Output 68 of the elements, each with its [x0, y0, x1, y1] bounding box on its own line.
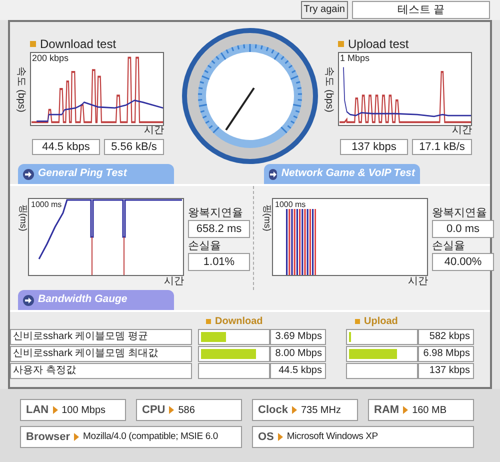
latency-label: 왕복지연율 [188, 206, 244, 220]
loss-label: 손실율 [432, 239, 466, 253]
loss-label: 손실율 [188, 239, 222, 253]
latency-field: 0.0 ms [432, 220, 494, 238]
axis-label: 시간 [452, 126, 472, 138]
bullet-icon [338, 41, 344, 47]
row-label: 신비로sshark 케이블모뎀 최대값 [10, 346, 192, 362]
scale-label: 200 kbps [32, 54, 69, 63]
value-field: 8.00 Mbps [270, 346, 326, 362]
chart-title: Download test [40, 36, 116, 53]
caret-icon [403, 406, 408, 414]
info-label: RAM [374, 402, 400, 418]
axis-label: 속도 (bps) [14, 66, 28, 112]
info-label: CPU [142, 402, 166, 418]
throughput-field: 17.1 kB/s [412, 139, 472, 155]
scale-label: 1000 ms [275, 201, 306, 209]
section-tab[interactable]: General Ping Test [18, 164, 174, 184]
caret-icon [278, 433, 283, 441]
arrow-icon [23, 294, 34, 306]
bullet-icon [206, 318, 211, 324]
latency-label: 왕복지연율 [432, 206, 488, 220]
info-value: 586 [178, 404, 195, 418]
bullet-icon [30, 41, 36, 47]
status-field: 테스트 끝 [352, 1, 490, 19]
info-value: 735 MHz [300, 404, 341, 418]
info-label: Browser [26, 430, 70, 445]
info-value: 160 MB [412, 404, 447, 418]
info-value: 100 Mbps [62, 404, 106, 418]
chart-title: Upload test [348, 36, 409, 53]
row-label: 사용자 측정값 [10, 363, 192, 379]
row-label: 신비로sshark 케이블모뎀 평균 [10, 329, 192, 345]
info-label: Clock [258, 402, 288, 418]
axis-label: 핑(ms) [260, 204, 273, 232]
column-header: Download [215, 314, 264, 328]
axis-label: 핑(ms) [16, 204, 29, 232]
value-field: 582 kbps [418, 329, 474, 345]
arrow-icon [23, 168, 34, 180]
section-tab[interactable]: Network Game & VoIP Test [264, 164, 420, 184]
value-field: 6.98 Mbps [418, 346, 474, 362]
column-header: Upload [364, 314, 398, 328]
value-field: 44.5 kbps [270, 363, 326, 379]
info-value: Mozilla/4.0 (compatible; MSIE 6.0 [83, 430, 218, 444]
caret-icon [292, 406, 297, 414]
arrow-icon [269, 168, 278, 180]
latency-field: 658.2 ms [188, 220, 250, 238]
section-tab[interactable]: Bandwidth Gauge [18, 290, 174, 310]
loss-field: 40.00% [432, 253, 494, 271]
info-value: Microsoft Windows XP [286, 430, 378, 444]
info-label: LAN [26, 402, 49, 418]
rate-field: 137 kbps [340, 139, 408, 155]
caret-icon [52, 406, 58, 414]
axis-label: 시간 [408, 276, 428, 288]
throughput-field: 5.56 kB/s [104, 139, 164, 155]
try-again-button[interactable]: Try again [300, 1, 348, 19]
info-label: OS [258, 430, 274, 445]
bullet-icon [355, 318, 360, 324]
rate-field: 44.5 kbps [32, 139, 100, 155]
axis-label: 시간 [164, 276, 184, 288]
value-field: 137 kbps [418, 363, 474, 379]
value-field: 3.69 Mbps [270, 329, 326, 345]
loss-field: 1.01% [188, 253, 250, 271]
caret-icon [169, 406, 174, 414]
scale-label: 1000 ms [31, 201, 62, 209]
axis-label: 시간 [144, 126, 164, 138]
scale-label: 1 Mbps [340, 54, 370, 63]
ping-stripes-drawing [286, 209, 316, 275]
axis-label: 속도 (bps) [322, 66, 336, 112]
caret-icon [74, 433, 80, 441]
